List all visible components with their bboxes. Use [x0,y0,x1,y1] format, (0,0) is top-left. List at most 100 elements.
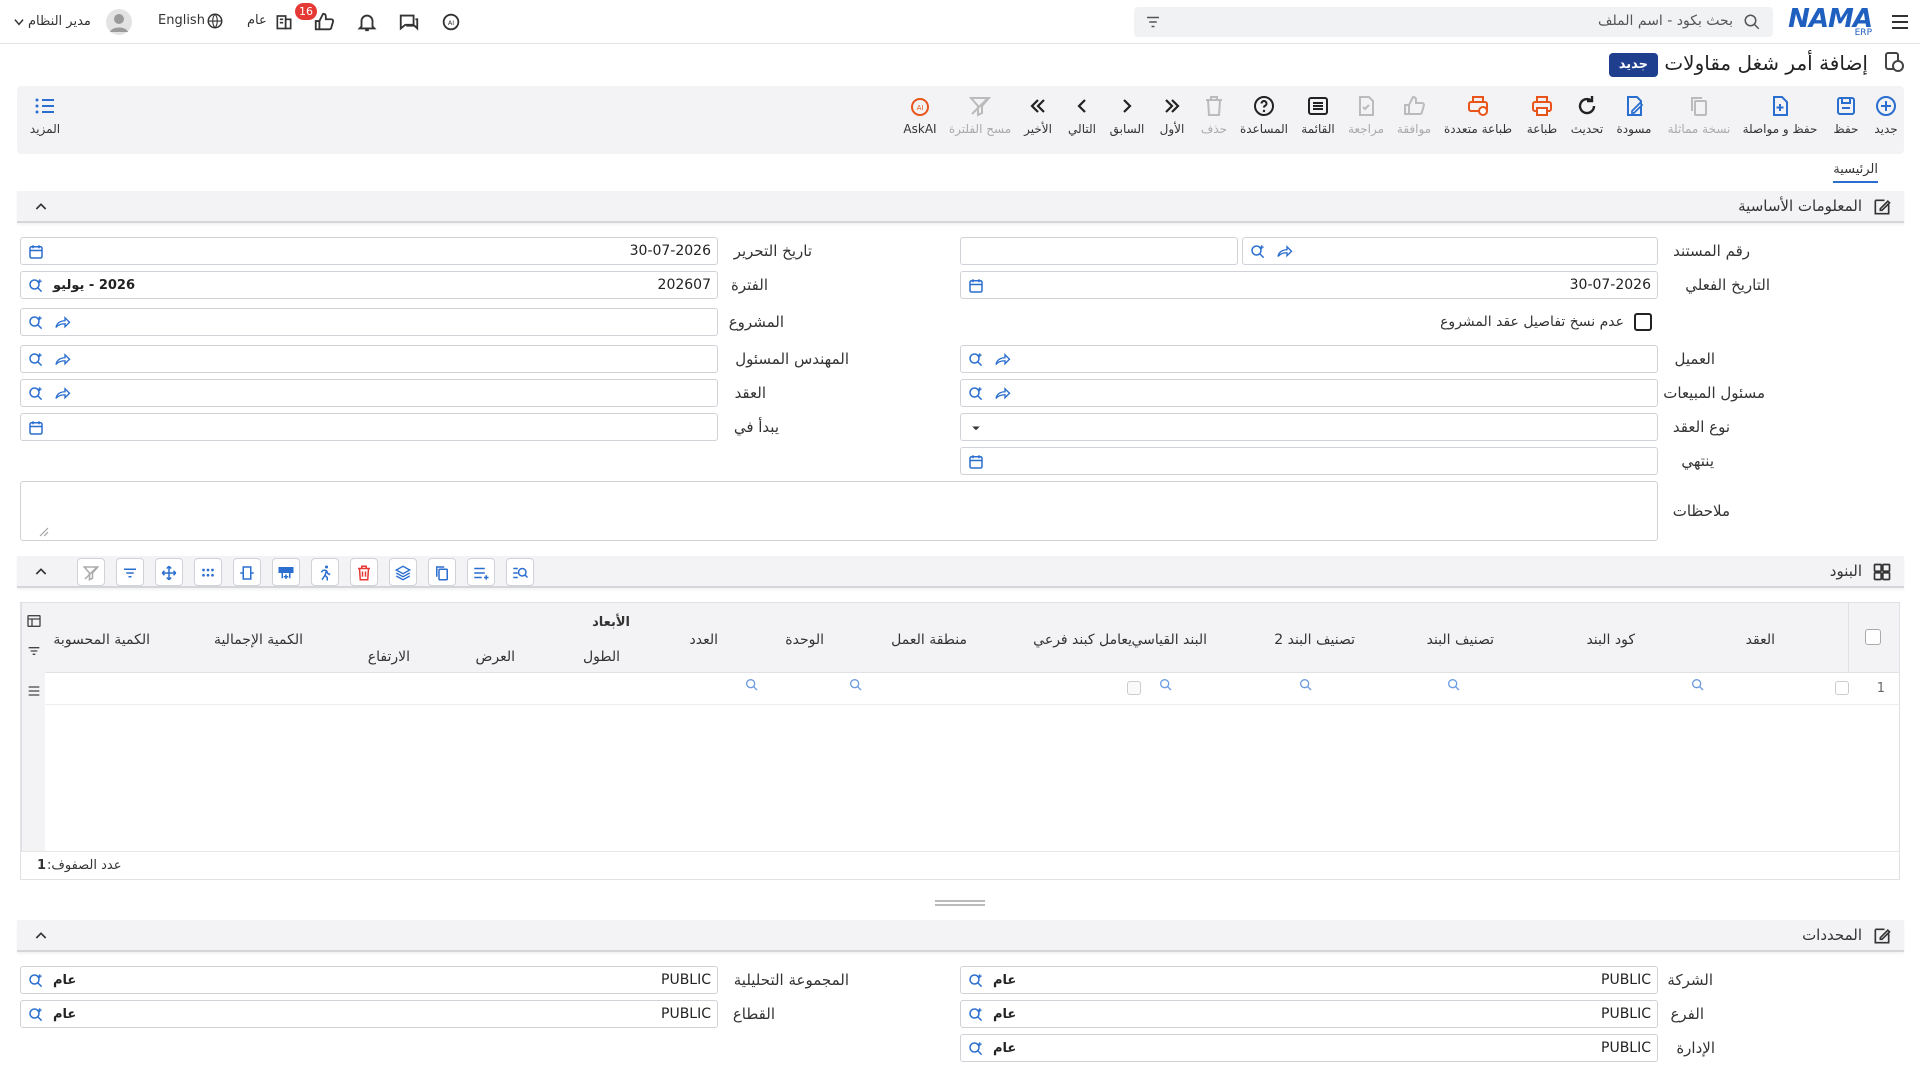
search-plus-icon[interactable] [27,351,45,369]
save-button[interactable]: حفظ [1828,94,1864,136]
last-record-button[interactable]: الأخير [1020,94,1056,136]
forward-arrow-icon[interactable] [993,351,1011,369]
panel-resize-handle[interactable] [935,900,985,906]
search-plus-icon[interactable] [967,972,985,990]
grid-move-button[interactable] [155,558,183,586]
grid-insert-column-button[interactable] [272,558,300,586]
search-bar[interactable]: بحث بكود - اسم الملف [1134,7,1773,37]
col-total-qty[interactable]: الكمية الإجمالية [214,632,303,648]
user-menu[interactable]: مدير النظام [12,8,100,36]
calendar-icon[interactable] [967,453,985,471]
search-plus-icon[interactable] [27,314,45,332]
grid-add-rows-button[interactable] [467,558,495,586]
search-plus-icon[interactable] [1249,243,1267,261]
tab-main[interactable]: الرئيسية [1833,162,1878,183]
bell-icon[interactable] [356,11,378,33]
building-icon[interactable] [274,11,294,31]
grid-fit-columns-button[interactable] [233,558,261,586]
sub-item-checkbox[interactable] [1127,681,1141,695]
search-input[interactable]: بحث بكود - اسم الملف [1598,13,1733,29]
grid-dots-button[interactable] [194,558,222,586]
search-plus-icon[interactable] [27,277,45,295]
forward-arrow-icon[interactable] [53,351,71,369]
engineer-field[interactable] [20,345,718,373]
doc-number-input[interactable] [960,237,1238,265]
chat-icon[interactable] [398,11,420,33]
department-field[interactable]: عام PUBLIC [960,1034,1658,1062]
branch-label[interactable]: عام [247,13,267,28]
grid-copy-button[interactable] [428,558,456,586]
nama-logo[interactable]: NAMA ERP [1788,4,1873,40]
customer-field[interactable] [960,345,1658,373]
collapse-chevron-icon[interactable] [33,564,49,580]
grid-run-button[interactable] [311,558,339,586]
row-lookup-icon[interactable] [848,677,864,693]
col-item-class[interactable]: تصنيف البند [1427,632,1494,648]
search-plus-icon[interactable] [967,351,985,369]
avatar[interactable] [106,9,132,35]
search-plus-icon[interactable] [27,1006,45,1024]
dropdown-arrow-icon[interactable] [967,419,985,437]
starts-date-field[interactable] [20,413,718,441]
globe-icon[interactable] [206,12,224,30]
filter-icon[interactable] [1144,13,1162,31]
previous-record-button[interactable]: السابق [1108,94,1146,136]
forward-arrow-icon[interactable] [53,385,71,403]
more-button[interactable]: المزيد [27,94,63,136]
row-lookup-icon[interactable] [1690,677,1706,693]
clear-filter-button[interactable]: مسح الفلترة [948,94,1012,136]
ends-date-field[interactable] [960,447,1658,475]
new-button[interactable]: جديد [1868,94,1904,136]
row-lookup-icon[interactable] [1158,677,1174,693]
col-contract[interactable]: العقد [1746,632,1775,648]
table-settings-icon[interactable] [26,613,42,629]
contract-type-select[interactable] [960,413,1658,441]
language-switch[interactable]: English [158,13,205,28]
calendar-icon[interactable] [27,419,45,437]
edit-date-field[interactable]: 30-07-2026 [20,237,718,265]
sales-field[interactable] [960,379,1658,407]
select-all-checkbox[interactable] [1865,629,1881,645]
col-count[interactable]: العدد [690,632,719,648]
calendar-icon[interactable] [967,277,985,295]
grid-layers-button[interactable] [389,558,417,586]
col-calc-qty[interactable]: الكمية المحسوبة [53,632,150,648]
grid-delete-button[interactable] [350,558,378,586]
search-plus-icon[interactable] [967,1040,985,1058]
search-plus-icon[interactable] [27,972,45,990]
hamburger-menu-icon[interactable] [1888,10,1912,34]
columns-menu-icon[interactable] [26,683,42,699]
askai-button[interactable]: AI AskAI [900,94,940,136]
delete-button[interactable]: حذف [1198,94,1230,136]
no-copy-checkbox[interactable] [1634,313,1652,331]
sector-field[interactable]: عام PUBLIC [20,1000,718,1028]
period-field[interactable]: 2026 - يوليو 202607 [20,271,718,299]
grid-clear-filter-button[interactable] [77,558,105,586]
list-button[interactable]: القائمة [1298,94,1338,136]
grid-filter-button[interactable] [116,558,144,586]
table-row[interactable]: 1 [45,673,1899,705]
grid-search-button[interactable] [506,558,534,586]
search-plus-icon[interactable] [27,385,45,403]
forward-arrow-icon[interactable] [993,385,1011,403]
doc-number-field[interactable] [1242,237,1658,265]
draft-button[interactable]: مسودة [1614,94,1654,136]
resize-handle-icon[interactable] [39,527,49,537]
col-item-class2[interactable]: تصنيف البند 2 [1274,632,1355,648]
save-continue-button[interactable]: حفظ و مواصلة [1740,94,1820,136]
row-lookup-icon[interactable] [744,677,760,693]
first-record-button[interactable]: الأول [1154,94,1190,136]
col-length[interactable]: الطول [583,649,620,665]
row-lookup-icon[interactable] [1298,677,1314,693]
filter-icon[interactable] [26,643,42,659]
ai-assistant-icon[interactable]: AI [440,11,462,33]
print-button[interactable]: طباعة [1524,94,1560,136]
multi-print-button[interactable]: طباعة متعددة [1442,94,1514,136]
col-width[interactable]: العرض [475,649,515,665]
company-field[interactable]: عام PUBLIC [960,966,1658,994]
col-item-code[interactable]: كود البند [1586,632,1635,648]
actual-date-field[interactable]: 30-07-2026 [960,271,1658,299]
review-button[interactable]: مراجعة [1346,94,1386,136]
col-work-zone[interactable]: منطقة العمل [891,632,967,648]
row-checkbox[interactable] [1835,681,1849,695]
